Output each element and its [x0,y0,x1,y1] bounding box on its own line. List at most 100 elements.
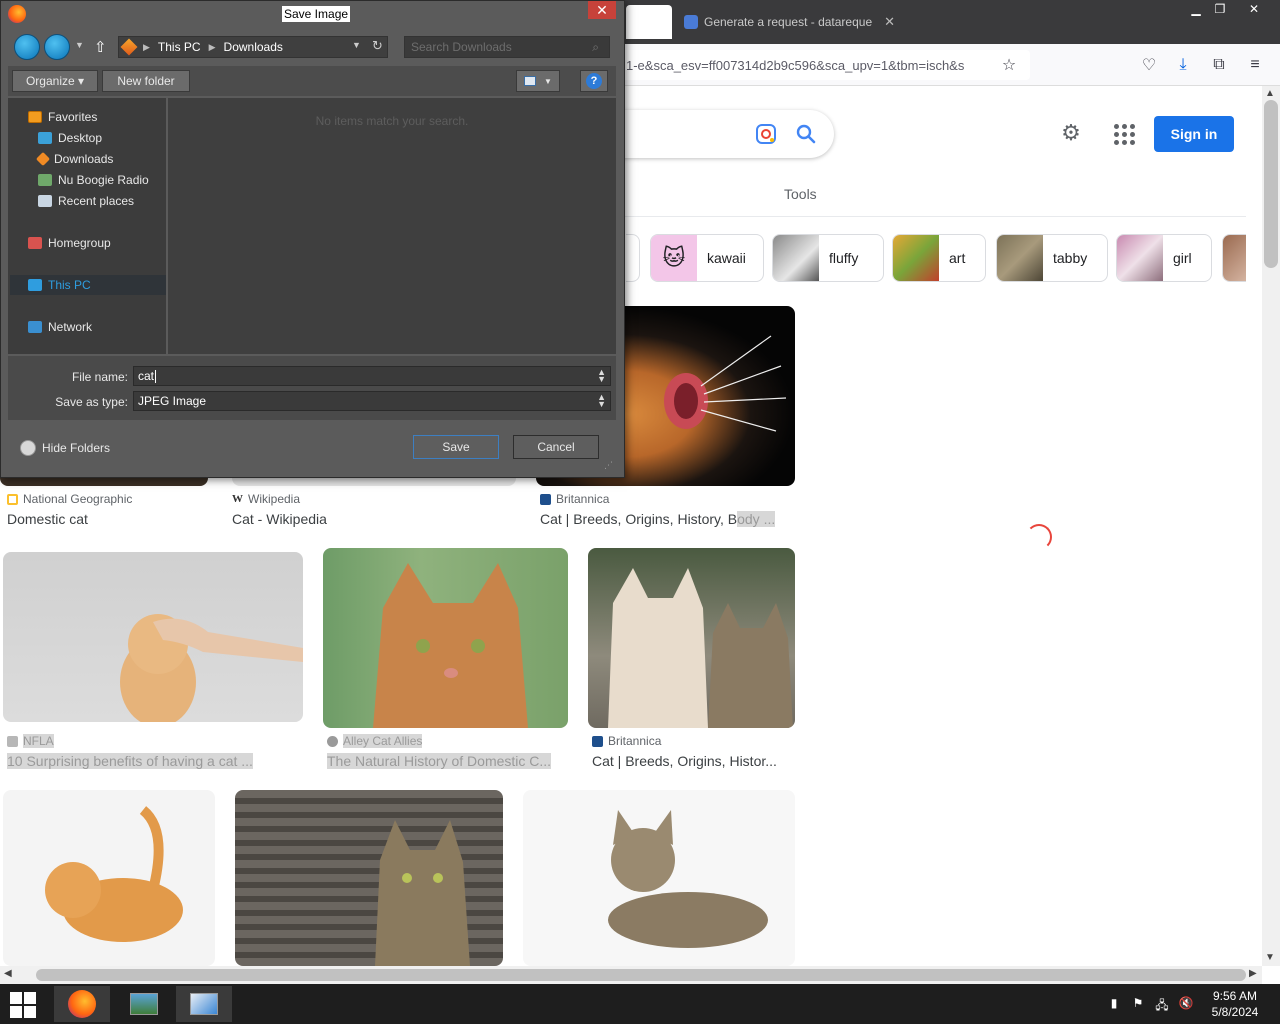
result-image-orange-kitten[interactable] [3,790,215,966]
result-title[interactable]: Cat | Breeds, Origins, Histor... [592,753,777,769]
resize-grip-icon[interactable]: ⋰ [604,460,613,471]
url-bar[interactable]: 1-e&sca_esv=ff007314d2b9c596&sca_upv=1&t… [620,50,1030,80]
flag-icon[interactable]: ⚑ [1130,996,1146,1012]
nav-homegroup[interactable]: Homegroup [28,234,111,252]
scroll-left-icon[interactable]: ◀ [4,968,12,979]
system-clock[interactable]: 9:56 AM 5/8/2024 [1200,988,1270,1020]
browser-tab-active[interactable] [626,5,672,39]
taskbar-firefox[interactable] [54,986,110,1022]
nav-this-pc[interactable]: This PC [28,276,91,294]
pocket-icon[interactable]: ♡ [1138,54,1160,76]
chip-girl[interactable]: girl [1116,234,1212,282]
extensions-icon[interactable]: ⧉ [1208,54,1230,76]
save-button[interactable]: Save [413,435,499,459]
result-source[interactable]: Alley Cat Allies [327,734,423,748]
nav-desktop[interactable]: Desktop [38,129,102,147]
result-source[interactable]: National Geographic [7,492,132,506]
menu-icon[interactable]: ≡ [1244,54,1266,76]
result-title[interactable]: Cat | Breeds, Origins, History, Body ... [540,511,776,527]
result-image-lying-tabby[interactable] [523,790,795,966]
chip-partial-right[interactable] [1222,234,1246,282]
file-name-input[interactable]: cat ▲ ▼ [133,366,611,386]
network-icon [28,321,42,333]
nav-network[interactable]: Network [28,318,92,336]
result-image-orange-cat[interactable] [323,548,568,728]
chip-label: tabby [1053,250,1088,266]
battery-icon[interactable]: ▮ [1106,996,1122,1012]
scrollbar-thumb[interactable] [1264,100,1278,268]
start-windows-icon[interactable] [10,992,38,1018]
result-title[interactable]: 10 Surprising benefits of having a cat .… [7,753,253,769]
firefox-icon [68,990,96,1018]
chip-tabby[interactable]: tabby [996,234,1108,282]
window-close-icon[interactable]: ✕ [1240,0,1268,18]
history-chevron-down-icon[interactable]: ▼ [75,40,84,50]
horizontal-scrollbar-thumb[interactable] [36,969,1246,981]
taskbar-app[interactable] [116,986,172,1022]
scroll-right-icon[interactable]: ▶ [1249,968,1257,979]
back-button[interactable] [14,34,40,60]
view-options-button[interactable]: ▼ [516,70,560,92]
result-title[interactable]: Domestic cat [7,511,88,527]
hide-folders-toggle[interactable]: Hide Folders [20,440,110,456]
browser-tab[interactable]: Generate a request - datareque ✕ [684,11,895,33]
apps-grid-icon[interactable] [1110,120,1136,146]
result-source[interactable]: Britannica [540,492,609,506]
fluffy-cat-thumb [773,235,819,281]
taskbar-explorer[interactable] [176,986,232,1022]
chip-partial[interactable] [626,234,640,282]
scroll-up-icon[interactable]: ▲ [1265,88,1275,99]
settings-gear-icon[interactable]: ⚙ [1058,120,1084,146]
chip-art[interactable]: art [892,234,986,282]
result-image-petted-cat[interactable] [3,552,303,722]
divider [620,216,1246,217]
organize-button[interactable]: Organize ▾ [12,70,98,92]
tabby-cat-thumb [997,235,1043,281]
tools-button[interactable]: Tools [784,186,817,202]
refresh-icon[interactable]: ↻ [372,38,383,54]
google-lens-icon[interactable] [754,122,778,146]
sign-in-button[interactable]: Sign in [1154,116,1234,152]
breadcrumb[interactable]: ▶ This PC ▶ Downloads [118,36,388,58]
result-title[interactable]: The Natural History of Domestic C... [327,753,552,769]
url-text: 1-e&sca_esv=ff007314d2b9c596&sca_upv=1&t… [626,57,965,73]
chevron-up-icon [20,440,36,456]
address-chevron-down-icon[interactable]: ▼ [352,40,361,50]
nfla-icon [7,735,18,747]
help-button[interactable]: ? [580,70,608,92]
bookmark-star-icon[interactable]: ☆ [998,54,1020,76]
file-list-pane[interactable] [168,98,616,354]
dialog-title: Save Image [282,6,351,22]
chip-label: girl [1173,250,1192,266]
result-image-two-cats[interactable] [588,548,795,728]
result-title[interactable]: Cat - Wikipedia [232,511,327,527]
result-source[interactable]: Britannica [592,734,661,748]
search-downloads-input[interactable]: Search Downloads ⌕ [404,36,610,58]
nav-favorites[interactable]: Favorites [28,108,97,126]
nav-downloads[interactable]: Downloads [35,150,113,168]
breadcrumb-downloads[interactable]: Downloads [224,40,283,54]
network-tray-icon[interactable]: 🖧 [1154,996,1170,1012]
loading-spinner-icon [1026,524,1052,550]
chip-fluffy[interactable]: fluffy [772,234,884,282]
dialog-close-button[interactable]: ✕ [588,1,616,19]
scroll-down-icon[interactable]: ▼ [1265,952,1275,963]
restore-icon[interactable]: ❐ [1206,0,1234,18]
download-icon[interactable]: ⤓ [1172,54,1194,76]
up-arrow-icon[interactable]: ⇧ [94,38,107,56]
new-folder-button[interactable]: New folder [102,70,190,92]
result-source[interactable]: W Wikipedia [232,492,300,506]
volume-muted-icon[interactable]: 🔇 [1178,996,1194,1012]
save-as-type-label: Save as type: [55,395,128,409]
save-as-type-select[interactable]: JPEG Image ▲ ▼ [133,391,611,411]
cancel-button[interactable]: Cancel [513,435,599,459]
nav-recent-places[interactable]: Recent places [38,192,134,210]
result-image-tabby-on-steps[interactable] [235,790,503,966]
nav-nu-boogie-radio[interactable]: Nu Boogie Radio [38,171,149,189]
chip-kawaii[interactable]: 🐱 kawaii [650,234,764,282]
forward-button[interactable] [44,34,70,60]
search-icon[interactable] [794,122,818,146]
breadcrumb-this-pc[interactable]: This PC [158,40,201,54]
close-icon[interactable]: ✕ [884,14,895,30]
result-source[interactable]: NFLA [7,734,54,748]
